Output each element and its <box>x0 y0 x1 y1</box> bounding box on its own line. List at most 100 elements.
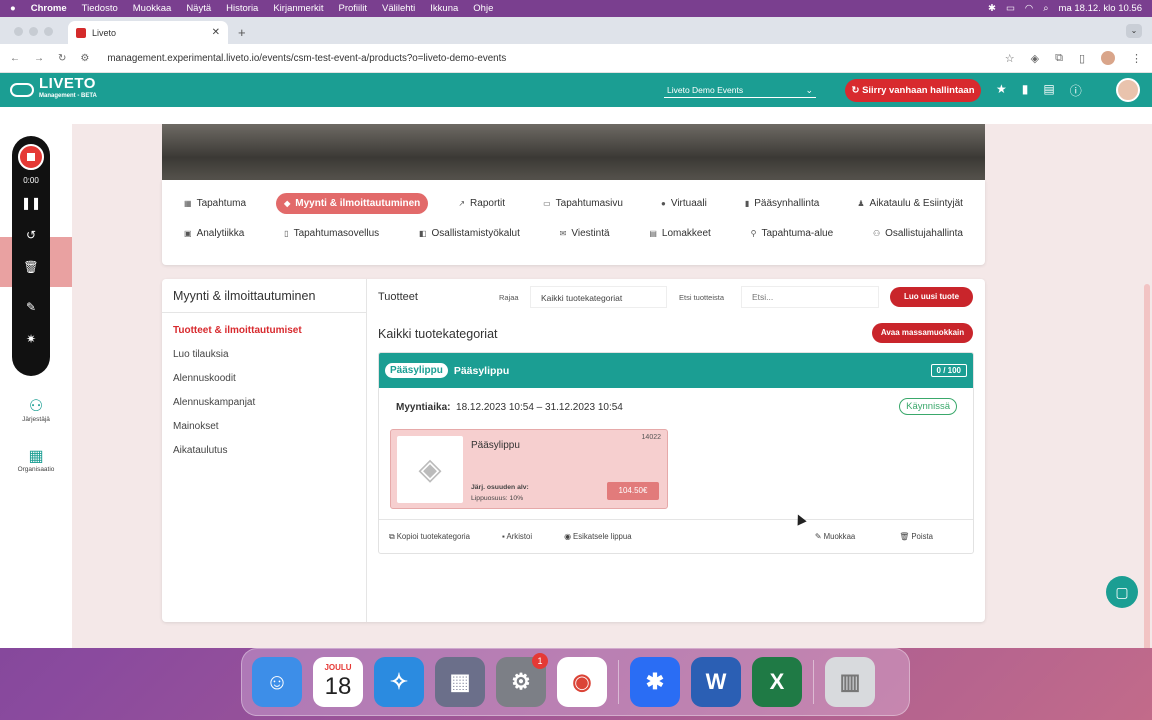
bluetooth-app-icon[interactable]: ✱ <box>630 657 680 707</box>
finder-icon[interactable]: ☺ <box>252 657 302 707</box>
sidebar-item-organizer[interactable]: ⚇ Järjestäjä <box>0 396 72 423</box>
menu-item[interactable]: Näytä <box>186 3 211 14</box>
chat-support-button[interactable]: ▢ <box>1106 576 1138 608</box>
sidebar-item-organization[interactable]: ▦ Organisaatio <box>0 446 72 473</box>
preview-ticket-button[interactable]: ◉ Esikatsele lippua <box>564 532 648 541</box>
trash-icon[interactable]: 🗑 <box>12 260 50 274</box>
pencil-icon[interactable]: ✎ <box>12 300 50 314</box>
minimize-window-button[interactable] <box>29 27 38 36</box>
liveto-logo[interactable]: LIVETO Management - BETA <box>10 76 97 103</box>
tab-event-app[interactable]: ▯ Tapahtumasovellus <box>276 223 387 244</box>
tab-venue[interactable]: ⚲ Tapahtuma-alue <box>743 223 842 244</box>
calendar-icon[interactable]: JOULU 18 <box>313 657 363 707</box>
url-field[interactable]: management.experimental.liveto.io/events… <box>107 53 506 64</box>
create-product-button[interactable]: Luo uusi tuote <box>890 287 973 307</box>
tab-forms[interactable]: ▤ Lomakkeet <box>641 223 718 244</box>
menu-item[interactable]: Ikkuna <box>430 3 458 14</box>
product-search-input[interactable] <box>741 286 879 308</box>
sidepanel-icon[interactable]: ▯ <box>1079 52 1085 65</box>
launchpad-icon[interactable]: ▦ <box>435 657 485 707</box>
archive-button[interactable]: ▪ Arkistoi <box>502 532 548 541</box>
apple-menu-icon[interactable]: ● <box>10 3 16 14</box>
submenu-ads[interactable]: Mainokset <box>173 415 355 439</box>
feedback-icon[interactable]: ▤ <box>1043 82 1054 99</box>
submenu-discount-codes[interactable]: Alennuskoodit <box>173 367 355 391</box>
monitor-icon: ▭ <box>543 199 551 208</box>
copy-category-button[interactable]: ⧉ Kopioi tuotekategoria <box>389 532 486 542</box>
zoom-window-button[interactable] <box>44 27 53 36</box>
tab-tapahtuma[interactable]: ▦ Tapahtuma <box>176 193 254 214</box>
tab-engagement[interactable]: ◧ Osallistamistyökalut <box>411 223 528 244</box>
edit-button[interactable]: ✎ Muokkaa <box>815 532 871 541</box>
tab-sales[interactable]: ◆ Myynti & ilmoittautuminen <box>276 193 429 214</box>
product-card[interactable]: ◈ Pääsylippu 14022 Järj. osuuden alv: Lip… <box>390 429 668 509</box>
category-header[interactable]: Pääsylippu Pääsylippu 0 / 100 <box>379 353 973 388</box>
submenu-discount-campaigns[interactable]: Alennuskampanjat <box>173 391 355 415</box>
menu-item[interactable]: Kirjanmerkit <box>273 3 323 14</box>
tab-label: Lomakkeet <box>661 228 711 239</box>
category-filter-select[interactable]: Kaikki tuotekategoriat <box>530 286 667 308</box>
forward-icon[interactable]: → <box>34 53 44 64</box>
event-select[interactable]: Liveto Demo Events ⌄ <box>664 82 816 98</box>
back-icon[interactable]: ← <box>10 53 20 64</box>
delete-button[interactable]: 🗑 Poista <box>899 532 949 541</box>
submenu-scheduling[interactable]: Aikataulutus <box>173 439 355 463</box>
submenu-products[interactable]: Tuotteet & ilmoittautumiset <box>173 319 355 343</box>
window-controls <box>14 27 53 36</box>
safari-icon[interactable]: ✧ <box>374 657 424 707</box>
menu-item[interactable]: Ohje <box>473 3 493 14</box>
tab-analytics[interactable]: ▣ Analytiikka <box>176 223 252 244</box>
product-id: 14022 <box>641 434 661 441</box>
tab-virtual[interactable]: ● Virtuaali <box>653 193 715 214</box>
bookmark-star-icon[interactable]: ☆ <box>1005 52 1015 65</box>
tab-search-chevron-icon[interactable]: ⌄ <box>1126 24 1142 38</box>
trash-icon[interactable]: ▥ <box>825 657 875 707</box>
browser-tab[interactable]: Liveto ✕ <box>68 21 228 44</box>
spotlight-search-icon[interactable]: ⌕ <box>1043 3 1048 14</box>
browser-menu-icon[interactable]: ⋮ <box>1131 52 1142 65</box>
stop-recording-button[interactable] <box>18 144 44 170</box>
tab-event-page[interactable]: ▭ Tapahtumasivu <box>535 193 631 214</box>
excel-icon[interactable]: X <box>752 657 802 707</box>
menu-item[interactable]: Profiilit <box>339 3 368 14</box>
menu-item[interactable]: Tiedosto <box>82 3 118 14</box>
pause-icon[interactable]: ❚❚ <box>12 196 50 210</box>
chrome-icon[interactable]: ◉ <box>557 657 607 707</box>
tab-schedule[interactable]: ♟ Aikataulu & Esiintyjät <box>849 193 971 214</box>
profile-avatar[interactable] <box>1101 51 1115 65</box>
site-info-icon[interactable]: ⚙ <box>80 53 89 64</box>
page-scrollbar[interactable] <box>1144 284 1150 648</box>
sidebar-item-label: Organisaatio <box>17 466 55 473</box>
effects-icon[interactable]: ✷ <box>12 332 50 346</box>
bookmark-icon[interactable]: ▮ <box>1022 82 1029 99</box>
info-icon[interactable]: ⓘ <box>1070 82 1082 99</box>
system-settings-icon[interactable]: ⚙ 1 <box>496 653 548 707</box>
puzzle-icon[interactable]: ⧉ <box>1055 52 1063 65</box>
new-tab-button[interactable]: + <box>238 25 246 40</box>
user-avatar[interactable] <box>1116 78 1140 102</box>
price-badge: 104.50€ <box>607 482 659 500</box>
close-tab-icon[interactable]: ✕ <box>212 27 220 38</box>
bluetooth-status-icon[interactable]: ✱ <box>988 3 996 14</box>
tab-attendees[interactable]: ⚇ Osallistujahallinta <box>865 223 971 244</box>
close-window-button[interactable] <box>14 27 23 36</box>
word-icon[interactable]: W <box>691 657 741 707</box>
wifi-icon[interactable]: ◠ <box>1025 3 1033 14</box>
tab-reports[interactable]: ↗ Raportit <box>450 193 513 214</box>
menubar-clock[interactable]: ma 18.12. klo 10.56 <box>1059 3 1142 14</box>
submenu-create-orders[interactable]: Luo tilauksia <box>173 343 355 367</box>
battery-icon[interactable]: ▭ <box>1006 3 1015 14</box>
menu-item[interactable]: Historia <box>226 3 258 14</box>
products-label: Tuotteet <box>378 291 418 303</box>
menu-item[interactable]: Muokkaa <box>133 3 172 14</box>
restart-icon[interactable]: ↺ <box>12 228 50 242</box>
menu-item[interactable]: Välilehti <box>382 3 415 14</box>
tab-communication[interactable]: ✉ Viestintä <box>552 223 618 244</box>
tab-access-control[interactable]: ▮ Pääsynhallinta <box>737 193 827 214</box>
star-icon[interactable]: ★ <box>996 82 1007 99</box>
menu-app-name[interactable]: Chrome <box>31 3 67 14</box>
mass-edit-button[interactable]: Avaa massamuokkain <box>872 323 973 343</box>
extension-icon[interactable]: ◈ <box>1031 52 1039 65</box>
old-management-button[interactable]: ↻ Siirry vanhaan hallintaan <box>845 79 981 102</box>
reload-icon[interactable]: ↻ <box>58 53 66 64</box>
